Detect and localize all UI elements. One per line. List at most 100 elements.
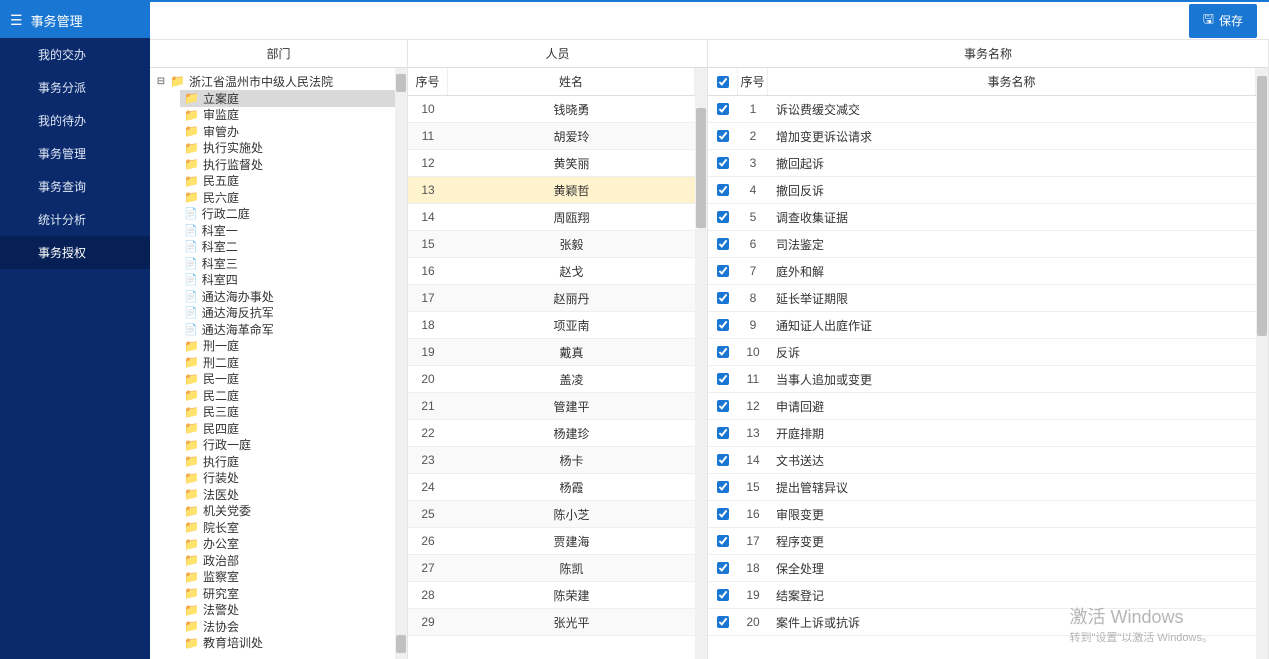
task-row[interactable]: 1诉讼费缓交减交 <box>708 96 1256 123</box>
task-row[interactable]: 5调查收集证据 <box>708 204 1256 231</box>
person-row[interactable]: 19戴真 <box>408 339 695 366</box>
tree-node[interactable]: 📁民三庭 <box>180 404 395 421</box>
scrollbar-thumb[interactable] <box>1257 76 1267 336</box>
tree-node[interactable]: 📁刑二庭 <box>180 354 395 371</box>
task-row[interactable]: 14文书送达 <box>708 447 1256 474</box>
task-row-checkbox[interactable] <box>717 292 729 304</box>
tree-node[interactable]: 📁法医处 <box>180 486 395 503</box>
tree-node[interactable]: 📄通达海反抗军 <box>180 305 395 322</box>
tree-node[interactable]: 📁法协会 <box>180 618 395 635</box>
tree-node[interactable]: 📄科室四 <box>180 272 395 289</box>
tree-node[interactable]: 📁教育培训处 <box>180 635 395 652</box>
person-row[interactable]: 20盖凌 <box>408 366 695 393</box>
task-row[interactable]: 2增加变更诉讼请求 <box>708 123 1256 150</box>
task-row[interactable]: 7庭外和解 <box>708 258 1256 285</box>
task-row[interactable]: 11当事人追加或变更 <box>708 366 1256 393</box>
tree-node[interactable]: 📁审监庭 <box>180 107 395 124</box>
task-row[interactable]: 16审限变更 <box>708 501 1256 528</box>
task-row[interactable]: 3撤回起诉 <box>708 150 1256 177</box>
sidebar-item-6[interactable]: 事务授权 <box>0 236 150 269</box>
task-scrollbar[interactable] <box>1256 68 1268 659</box>
tree-collapse-icon[interactable]: ⊟ <box>156 76 166 87</box>
task-row[interactable]: 6司法鉴定 <box>708 231 1256 258</box>
task-row[interactable]: 13开庭排期 <box>708 420 1256 447</box>
person-scrollbar[interactable] <box>695 68 707 659</box>
person-row[interactable]: 28陈荣建 <box>408 582 695 609</box>
person-row[interactable]: 24杨霞 <box>408 474 695 501</box>
person-row[interactable]: 27陈凯 <box>408 555 695 582</box>
task-row-checkbox[interactable] <box>717 427 729 439</box>
task-row-checkbox[interactable] <box>717 454 729 466</box>
task-check-all[interactable] <box>717 76 729 88</box>
tree-node[interactable]: 📁行政一庭 <box>180 437 395 454</box>
person-row[interactable]: 10钱晓勇 <box>408 96 695 123</box>
sidebar-item-4[interactable]: 事务查询 <box>0 170 150 203</box>
task-col-check[interactable] <box>708 68 738 95</box>
tree-node[interactable]: 📁政治部 <box>180 552 395 569</box>
tree-node[interactable]: 📄科室二 <box>180 239 395 256</box>
person-row[interactable]: 25陈小芝 <box>408 501 695 528</box>
person-row[interactable]: 12黄笑丽 <box>408 150 695 177</box>
task-row[interactable]: 20案件上诉或抗诉 <box>708 609 1256 636</box>
person-row[interactable]: 14周瓯翔 <box>408 204 695 231</box>
tree-node[interactable]: 📄科室一 <box>180 222 395 239</box>
dept-scrollbar[interactable] <box>395 68 407 659</box>
tree-node[interactable]: 📁审管办 <box>180 123 395 140</box>
save-button[interactable]: 🖫 保存 <box>1189 4 1257 38</box>
task-row[interactable]: 18保全处理 <box>708 555 1256 582</box>
tree-node[interactable]: 📁院长室 <box>180 519 395 536</box>
task-row-checkbox[interactable] <box>717 265 729 277</box>
person-row[interactable]: 13黄颖哲 <box>408 177 695 204</box>
task-row-checkbox[interactable] <box>717 562 729 574</box>
sidebar-item-0[interactable]: 我的交办 <box>0 38 150 71</box>
tree-node[interactable]: 📄通达海办事处 <box>180 288 395 305</box>
tree-node[interactable]: 📁民一庭 <box>180 371 395 388</box>
task-row-checkbox[interactable] <box>717 373 729 385</box>
task-row[interactable]: 12申请回避 <box>708 393 1256 420</box>
task-row-checkbox[interactable] <box>717 508 729 520</box>
tree-root[interactable]: ⊟ 📁 浙江省温州市中级人民法院 <box>150 72 395 90</box>
task-row-checkbox[interactable] <box>717 346 729 358</box>
tree-node[interactable]: 📁执行监督处 <box>180 156 395 173</box>
person-row[interactable]: 17赵丽丹 <box>408 285 695 312</box>
scrollbar-thumb[interactable] <box>696 108 706 228</box>
person-row[interactable]: 21管建平 <box>408 393 695 420</box>
sidebar-header[interactable]: ☰ 事务管理 <box>0 2 150 38</box>
sidebar-item-5[interactable]: 统计分析 <box>0 203 150 236</box>
task-row-checkbox[interactable] <box>717 130 729 142</box>
person-row[interactable]: 29张光平 <box>408 609 695 636</box>
task-row-checkbox[interactable] <box>717 616 729 628</box>
tree-node[interactable]: 📁监察室 <box>180 569 395 586</box>
person-row[interactable]: 22杨建珍 <box>408 420 695 447</box>
person-row[interactable]: 23杨卡 <box>408 447 695 474</box>
tree-node[interactable]: 📄科室三 <box>180 255 395 272</box>
tree-node[interactable]: 📁执行庭 <box>180 453 395 470</box>
task-row-checkbox[interactable] <box>717 238 729 250</box>
tree-node[interactable]: 📄通达海革命军 <box>180 321 395 338</box>
person-row[interactable]: 26贾建海 <box>408 528 695 555</box>
tree-node[interactable]: 📁机关党委 <box>180 503 395 520</box>
task-row[interactable]: 9通知证人出庭作证 <box>708 312 1256 339</box>
person-row[interactable]: 15张毅 <box>408 231 695 258</box>
tree-node[interactable]: 📁研究室 <box>180 585 395 602</box>
person-row[interactable]: 16赵戈 <box>408 258 695 285</box>
scrollbar-down-arrow[interactable] <box>396 635 406 653</box>
tree-node[interactable]: 📁行装处 <box>180 470 395 487</box>
task-row-checkbox[interactable] <box>717 481 729 493</box>
task-row-checkbox[interactable] <box>717 319 729 331</box>
tree-node[interactable]: 📁法警处 <box>180 602 395 619</box>
task-row[interactable]: 15提出管辖异议 <box>708 474 1256 501</box>
tree-node[interactable]: 📁刑一庭 <box>180 338 395 355</box>
tree-node[interactable]: 📁民四庭 <box>180 420 395 437</box>
scrollbar-up-arrow[interactable] <box>396 74 406 92</box>
tree-node[interactable]: 📄行政二庭 <box>180 206 395 223</box>
task-row[interactable]: 19结案登记 <box>708 582 1256 609</box>
tree-node[interactable]: 📁立案庭 <box>180 90 395 107</box>
tree-node[interactable]: 📁办公室 <box>180 536 395 553</box>
task-row[interactable]: 8延长举证期限 <box>708 285 1256 312</box>
task-row[interactable]: 17程序变更 <box>708 528 1256 555</box>
tree-node[interactable]: 📁民二庭 <box>180 387 395 404</box>
task-row[interactable]: 10反诉 <box>708 339 1256 366</box>
task-row-checkbox[interactable] <box>717 184 729 196</box>
person-row[interactable]: 18项亚南 <box>408 312 695 339</box>
